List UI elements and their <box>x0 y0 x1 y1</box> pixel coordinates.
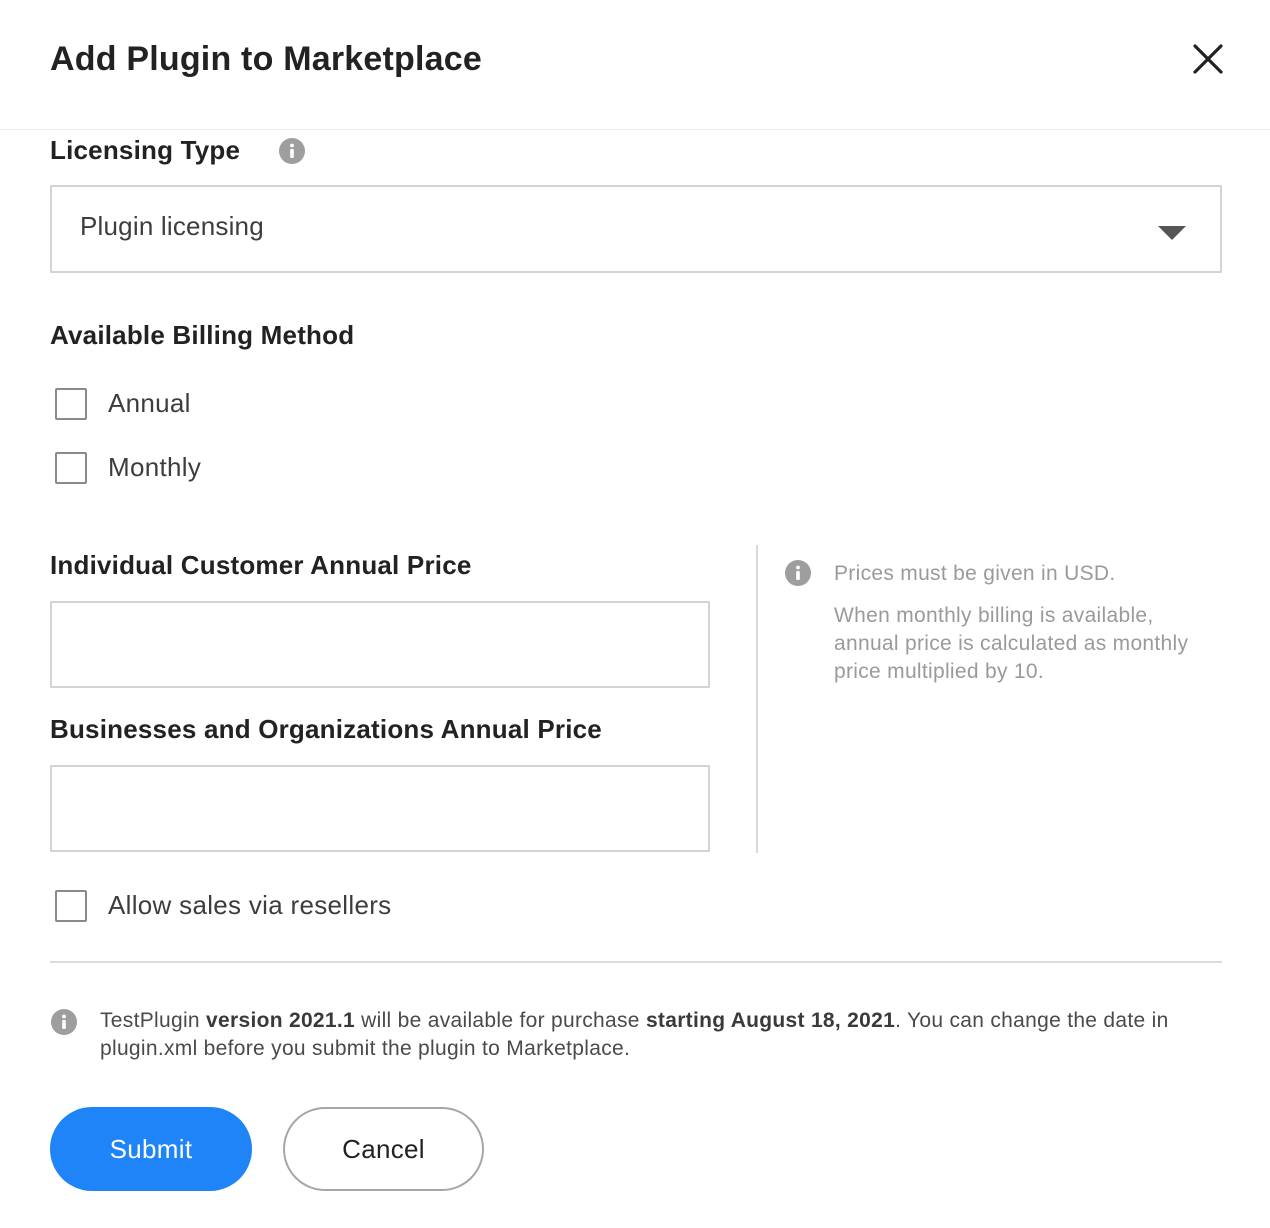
close-icon <box>1193 44 1223 74</box>
currency-hint: Prices must be given in USD. <box>834 562 1116 585</box>
close-button[interactable] <box>1188 40 1228 80</box>
annual-label: Annual <box>108 388 191 418</box>
business-price-label: Businesses and Organizations Annual Pric… <box>50 714 602 744</box>
notice-middle: will be available for purchase <box>361 1009 640 1032</box>
resellers-label: Allow sales via resellers <box>108 890 392 920</box>
monthly-price-hint: When monthly billing is available, annua… <box>834 604 1189 683</box>
dialog-title: Add Plugin to Marketplace <box>50 40 482 78</box>
cancel-button[interactable]: Cancel <box>283 1107 484 1191</box>
info-icon[interactable] <box>279 138 305 164</box>
licensing-type-label: Licensing Type <box>50 135 241 165</box>
annual-checkbox[interactable] <box>55 388 87 420</box>
notice-plugin-name: TestPlugin <box>100 1009 200 1032</box>
licensing-type-select[interactable]: Plugin licensing <box>50 185 1222 273</box>
submit-button[interactable]: Submit <box>50 1107 252 1191</box>
release-notice: TestPlugin version 2021.1 will be availa… <box>100 1007 1230 1063</box>
section-divider <box>50 961 1222 963</box>
monthly-checkbox[interactable] <box>55 452 87 484</box>
notice-start-date: starting August 18, 2021 <box>645 1009 896 1032</box>
chevron-down-icon <box>1158 226 1186 240</box>
monthly-label: Monthly <box>108 452 202 482</box>
individual-price-input[interactable] <box>50 601 710 688</box>
dialog-header: Add Plugin to Marketplace <box>0 0 1270 130</box>
business-price-input[interactable] <box>50 765 710 852</box>
resellers-checkbox[interactable] <box>55 890 87 922</box>
info-icon <box>51 1009 77 1035</box>
vertical-divider <box>756 545 758 853</box>
billing-method-label: Available Billing Method <box>50 320 355 350</box>
notice-version: version 2021.1 <box>206 1009 355 1032</box>
individual-price-label: Individual Customer Annual Price <box>50 550 472 580</box>
licensing-type-value: Plugin licensing <box>80 211 264 241</box>
info-icon <box>785 560 811 586</box>
